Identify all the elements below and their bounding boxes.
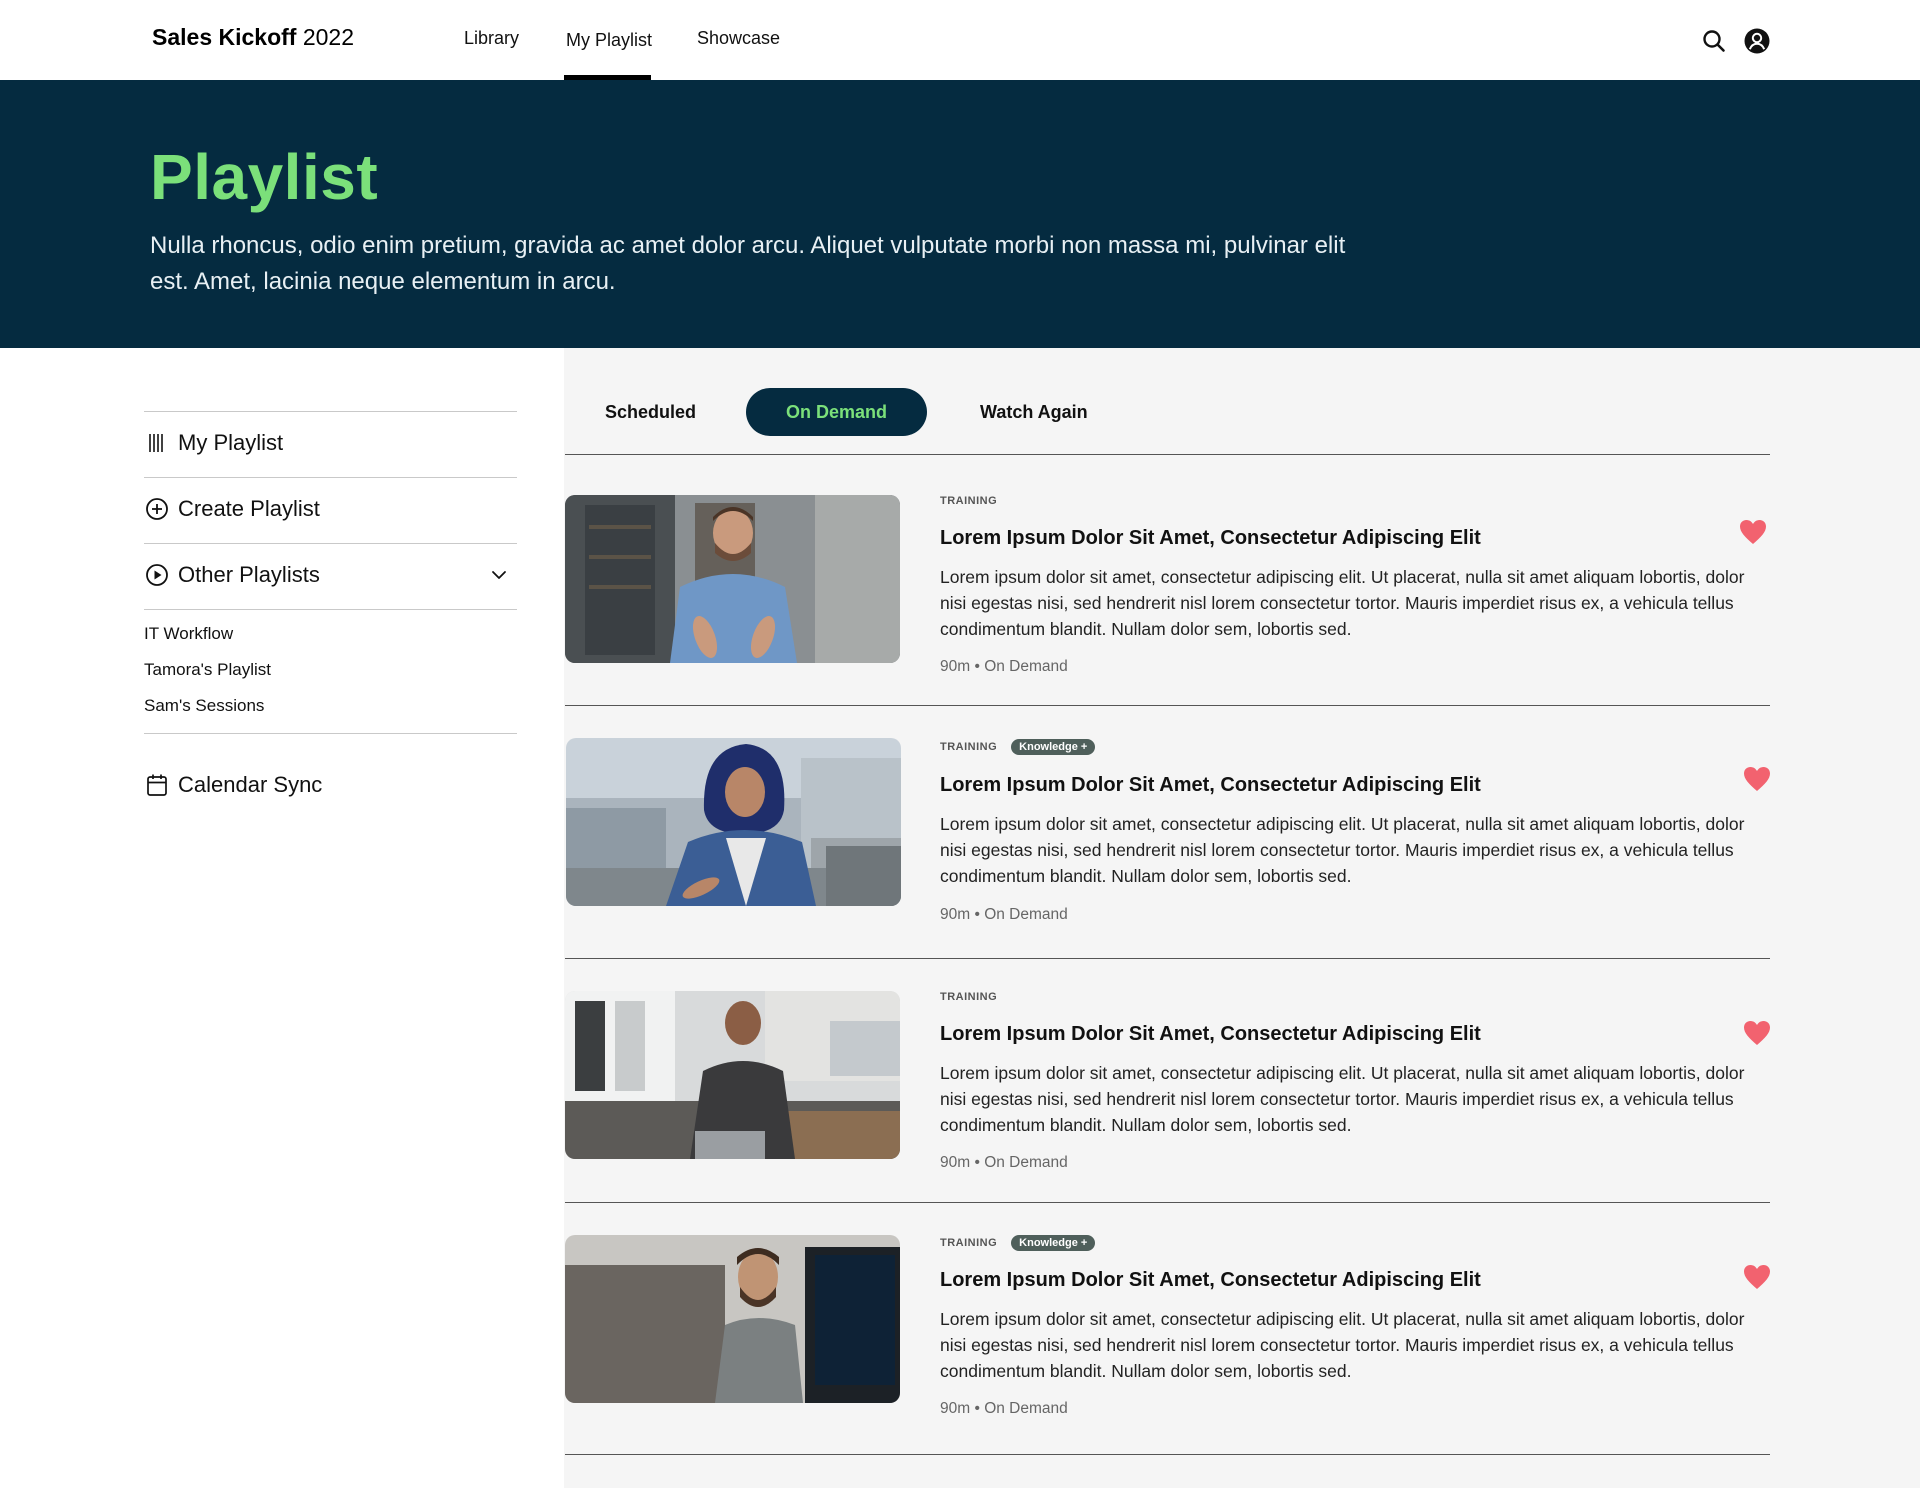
session-title[interactable]: Lorem Ipsum Dolor Sit Amet, Consectetur … xyxy=(940,774,1481,797)
session-category: TRAINING xyxy=(940,741,998,753)
card-divider xyxy=(565,705,1770,706)
tab-watch-again[interactable]: Watch Again xyxy=(980,388,1088,436)
session-duration-status: 90m • On Demand xyxy=(940,1400,1068,1417)
session-description: Lorem ipsum dolor sit amet, consectetur … xyxy=(940,1063,1745,1135)
session-title[interactable]: Lorem Ipsum Dolor Sit Amet, Consectetur … xyxy=(940,1023,1481,1046)
session-meta: TRAINING Knowledge + xyxy=(940,1235,1096,1251)
sidebar-divider xyxy=(144,411,517,412)
session-thumbnail[interactable] xyxy=(565,1235,900,1403)
session-thumbnail[interactable] xyxy=(566,738,901,906)
sidebar-divider xyxy=(144,543,517,544)
session-meta: TRAINING xyxy=(940,495,997,507)
card-divider xyxy=(565,1454,1770,1455)
session-duration-status: 90m • On Demand xyxy=(940,906,1068,923)
session-category: TRAINING xyxy=(940,495,998,507)
knowledge-plus-badge: Knowledge + xyxy=(1011,1235,1096,1251)
session-thumbnail[interactable] xyxy=(565,495,900,663)
plus-circle-icon xyxy=(144,496,170,522)
sidebar-item-label: My Playlist xyxy=(178,430,284,455)
session-meta: TRAINING Knowledge + xyxy=(940,739,1096,755)
sidebar-item-other-playlists[interactable]: Other Playlists xyxy=(144,555,517,595)
sidebar-divider xyxy=(144,733,517,734)
session-description: Lorem ipsum dolor sit amet, consectetur … xyxy=(940,814,1745,886)
session-category: TRAINING xyxy=(940,991,998,1003)
brand-year: 2022 xyxy=(302,24,355,50)
sub-playlist-it-workflow[interactable]: IT Workflow xyxy=(144,624,233,644)
hero-banner: Playlist Nulla rhoncus, odio enim pretiu… xyxy=(0,80,1920,348)
nav-my-playlist[interactable]: My Playlist xyxy=(566,30,652,51)
sub-playlist-tamoras-playlist[interactable]: Tamora's Playlist xyxy=(144,660,271,680)
sidebar-divider xyxy=(144,477,517,478)
nav-library[interactable]: Library xyxy=(464,28,519,49)
sidebar-item-label: Calendar Sync xyxy=(178,772,323,797)
sidebar-item-my-playlist[interactable]: My Playlist xyxy=(144,423,517,463)
library-icon xyxy=(144,430,170,456)
favorite-heart-icon[interactable] xyxy=(1743,1020,1771,1046)
session-title[interactable]: Lorem Ipsum Dolor Sit Amet, Consectetur … xyxy=(940,527,1481,550)
sub-playlist-sams-sessions[interactable]: Sam's Sessions xyxy=(144,696,264,716)
session-description: Lorem ipsum dolor sit amet, consectetur … xyxy=(940,1309,1745,1381)
top-navigation: Sales Kickoff 2022 Library My Playlist S… xyxy=(0,0,1920,80)
favorite-heart-icon[interactable] xyxy=(1743,766,1771,792)
tab-scheduled[interactable]: Scheduled xyxy=(605,388,696,436)
sidebar-item-label: Create Playlist xyxy=(178,496,320,521)
session-description: Lorem ipsum dolor sit amet, consectetur … xyxy=(940,567,1745,639)
sidebar-item-create-playlist[interactable]: Create Playlist xyxy=(144,489,517,529)
play-circle-icon xyxy=(144,562,170,588)
session-duration-status: 90m • On Demand xyxy=(940,1154,1068,1171)
session-thumbnail[interactable] xyxy=(565,991,900,1159)
nav-showcase[interactable]: Showcase xyxy=(697,28,780,49)
page-title: Playlist xyxy=(150,141,379,213)
chevron-down-icon[interactable] xyxy=(489,565,509,585)
tab-on-demand[interactable]: On Demand xyxy=(746,388,927,436)
tab-divider xyxy=(565,454,1770,455)
session-category: TRAINING xyxy=(940,1237,998,1249)
sidebar-item-calendar-sync[interactable]: Calendar Sync xyxy=(144,765,517,805)
session-duration-status: 90m • On Demand xyxy=(940,658,1068,675)
session-title[interactable]: Lorem Ipsum Dolor Sit Amet, Consectetur … xyxy=(940,1269,1481,1292)
calendar-icon xyxy=(144,772,170,798)
card-divider xyxy=(565,1202,1770,1203)
session-meta: TRAINING xyxy=(940,991,997,1003)
favorite-heart-icon[interactable] xyxy=(1739,519,1767,545)
sidebar-divider xyxy=(144,609,517,610)
page-description: Nulla rhoncus, odio enim pretium, gravid… xyxy=(150,232,1346,295)
favorite-heart-icon[interactable] xyxy=(1743,1264,1771,1290)
search-icon[interactable] xyxy=(1700,27,1728,55)
sidebar-item-label: Other Playlists xyxy=(178,562,320,587)
card-divider xyxy=(565,958,1770,959)
brand-name: Sales Kickoff xyxy=(152,24,297,50)
user-account-icon[interactable] xyxy=(1743,27,1771,55)
knowledge-plus-badge: Knowledge + xyxy=(1011,739,1096,755)
brand-logo[interactable]: Sales Kickoff 2022 xyxy=(152,24,354,51)
